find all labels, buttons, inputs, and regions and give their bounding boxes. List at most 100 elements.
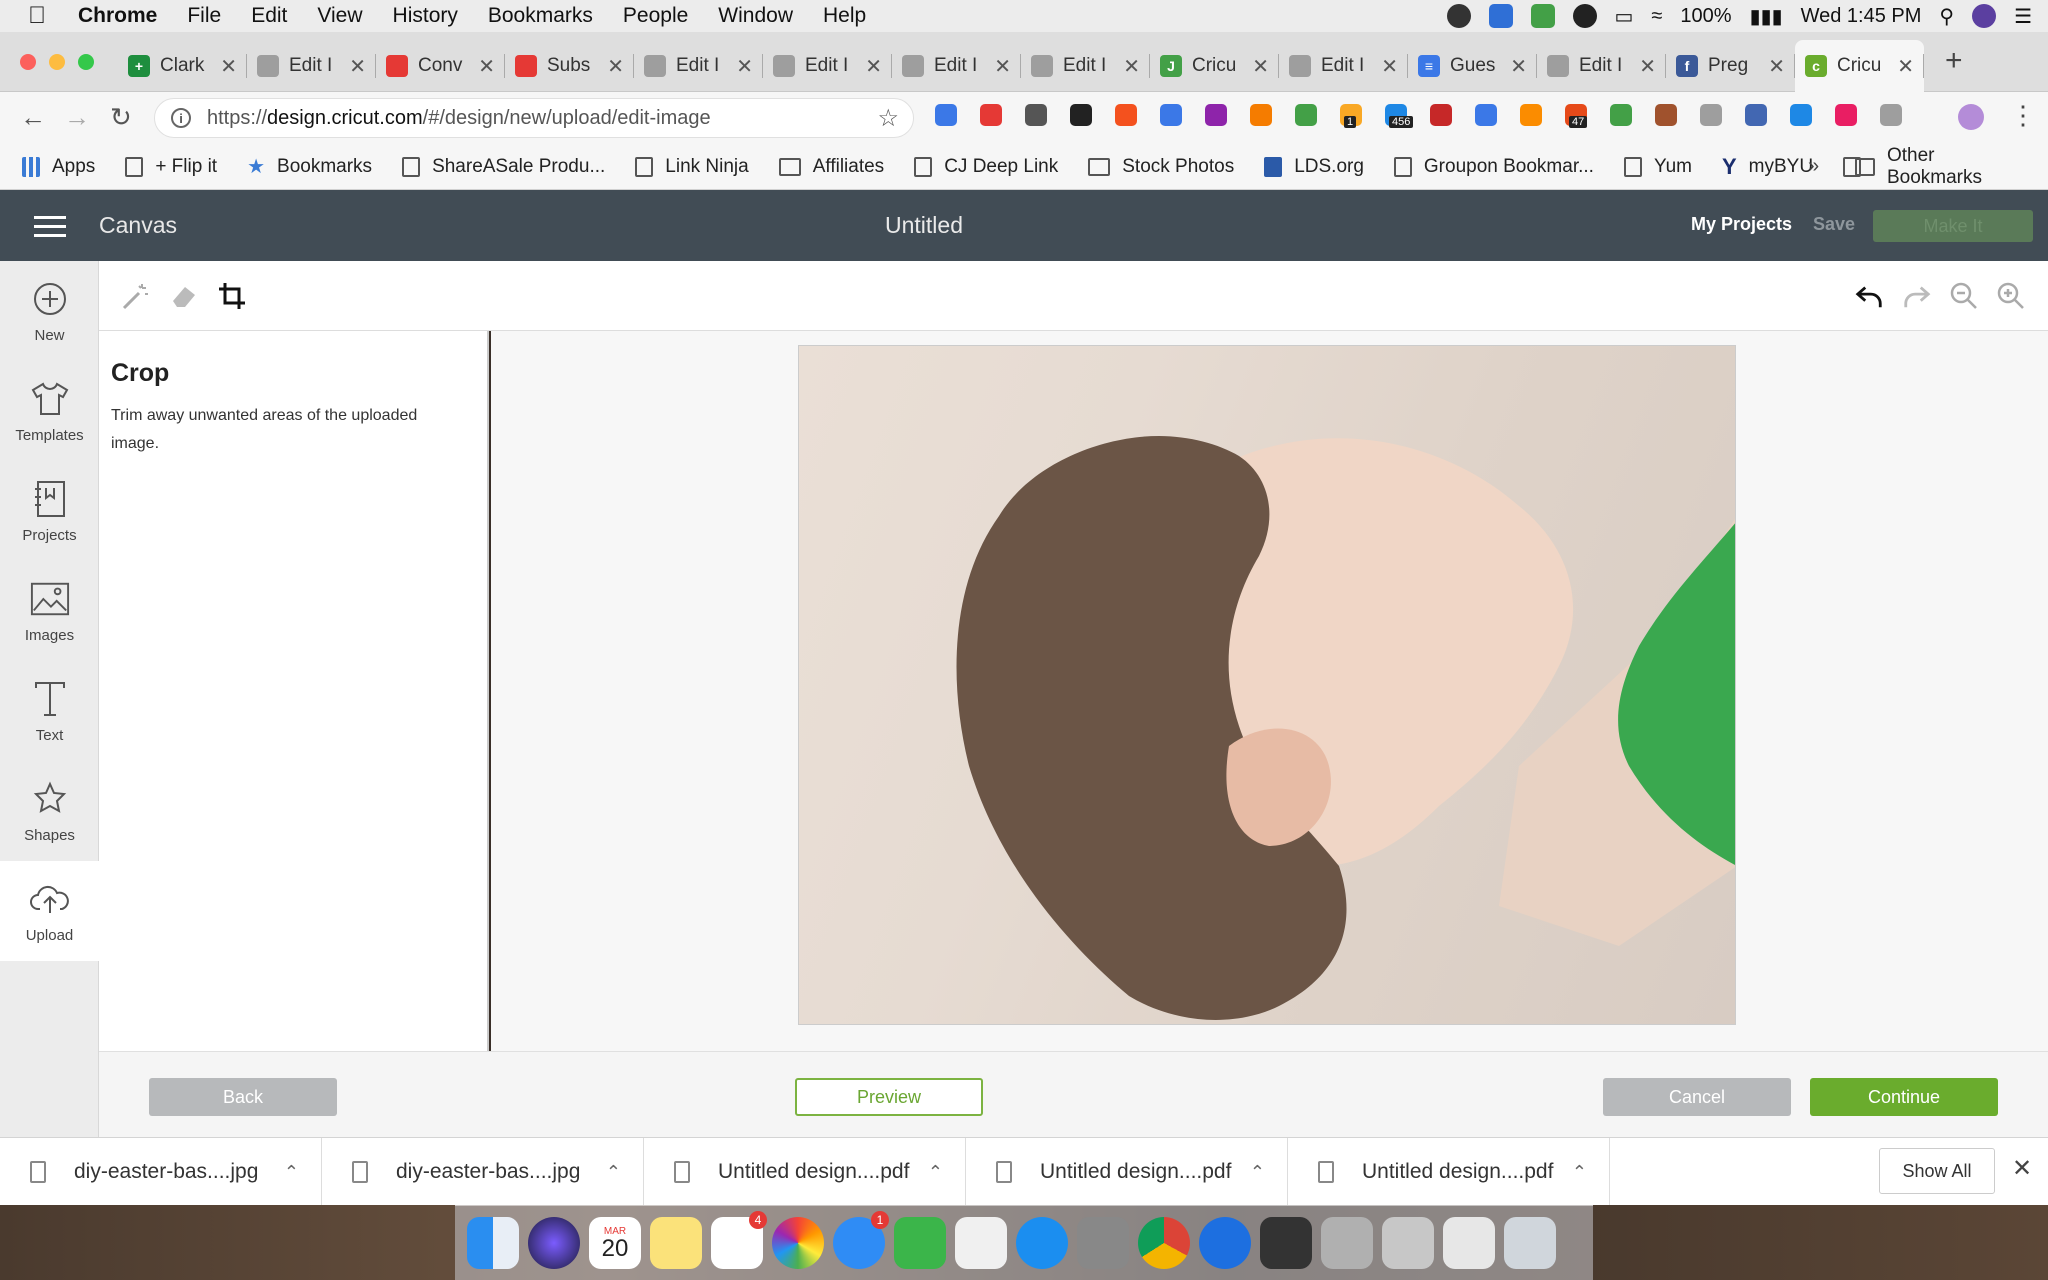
photos-icon[interactable]	[772, 1217, 824, 1269]
extension-icon[interactable]: 47	[1565, 104, 1588, 128]
browser-tab[interactable]: J Cricu ✕	[1150, 40, 1279, 92]
menu-app-name[interactable]: Chrome	[78, 4, 157, 28]
close-tab-icon[interactable]: ✕	[1381, 54, 1398, 79]
close-tab-icon[interactable]: ✕	[994, 54, 1011, 79]
menu-people[interactable]: People	[623, 4, 688, 28]
browser-tab[interactable]: Conv ✕	[376, 40, 505, 92]
extension-icon[interactable]	[1250, 104, 1272, 126]
notes-icon[interactable]	[650, 1217, 702, 1269]
reload-icon[interactable]: ↻	[110, 102, 132, 133]
eraser-icon[interactable]	[169, 281, 199, 311]
airplay-icon[interactable]: ▭	[1615, 4, 1634, 29]
extension-icon[interactable]	[1025, 104, 1047, 126]
close-tab-icon[interactable]: ✕	[349, 54, 366, 79]
extension-icon[interactable]	[1115, 104, 1137, 126]
messages-icon[interactable]: 1	[833, 1211, 889, 1269]
chevron-up-icon[interactable]: ⌃	[1250, 1162, 1265, 1183]
close-tab-icon[interactable]: ✕	[1123, 54, 1140, 79]
tray-cricut-icon[interactable]	[1530, 4, 1555, 28]
extension-icon[interactable]	[1835, 104, 1857, 126]
menu-view[interactable]: View	[317, 4, 362, 28]
menu-bookmarks[interactable]: Bookmarks	[488, 4, 593, 28]
profile-avatar[interactable]	[1958, 104, 1984, 130]
reminders-icon[interactable]: 4	[711, 1211, 767, 1269]
bookmark-item[interactable]: YmyBYU	[1722, 154, 1813, 180]
extension-icon[interactable]	[1520, 104, 1542, 126]
chrome-dock-icon[interactable]	[1138, 1217, 1190, 1269]
extension-icon[interactable]	[1700, 104, 1722, 126]
bookmark-item[interactable]: Stock Photos	[1088, 156, 1234, 178]
forward-arrow-icon[interactable]: →	[64, 102, 90, 133]
bookmarks-overflow-button[interactable]: »	[1808, 155, 1819, 178]
close-tab-icon[interactable]: ✕	[1510, 54, 1527, 79]
menu-file[interactable]: File	[187, 4, 221, 28]
chrome-menu-icon[interactable]: ⋮	[2010, 100, 2036, 131]
download-item[interactable]: Untitled design....pdf ⌃	[966, 1138, 1288, 1206]
tray-creative-cloud-icon[interactable]	[1572, 4, 1597, 28]
back-button[interactable]: Back	[149, 1078, 337, 1116]
close-tab-icon[interactable]: ✕	[1252, 54, 1269, 79]
bookmark-item[interactable]: LDS.org	[1264, 156, 1364, 178]
preview-button[interactable]: Preview	[795, 1078, 983, 1116]
menu-window[interactable]: Window	[718, 4, 793, 28]
extension-icon[interactable]	[980, 104, 1002, 126]
preview-app-icon[interactable]	[1382, 1217, 1434, 1269]
back-arrow-icon[interactable]: ←	[20, 102, 46, 133]
battery-icon[interactable]: ▮▮▮	[1750, 4, 1783, 29]
browser-tab[interactable]: Edit I ✕	[763, 40, 892, 92]
sidebar-item-upload[interactable]: Upload	[0, 861, 99, 961]
bookmark-item[interactable]: Apps	[22, 156, 95, 178]
extension-icon[interactable]: 1	[1340, 104, 1362, 128]
other-bookmarks[interactable]: Other Bookmarks	[1855, 145, 2018, 189]
extension-icon[interactable]	[1430, 104, 1452, 126]
my-projects-link[interactable]: My Projects	[1691, 214, 1792, 235]
apple-menu-icon[interactable]: 	[28, 2, 58, 30]
notification-center-icon[interactable]: ☰	[2014, 4, 2032, 29]
menu-help[interactable]: Help	[823, 4, 866, 28]
download-item[interactable]: diy-easter-bas....jpg ⌃	[322, 1138, 644, 1206]
make-it-button[interactable]: Make It	[1873, 210, 2033, 242]
browser-tab[interactable]: Edit I ✕	[1021, 40, 1150, 92]
siri-icon[interactable]	[1972, 4, 1997, 28]
bookmark-item[interactable]: Yum	[1623, 156, 1692, 178]
extension-icon[interactable]	[1475, 104, 1497, 126]
spotlight-icon[interactable]: ⚲	[1939, 4, 1954, 29]
chevron-up-icon[interactable]: ⌃	[606, 1162, 621, 1183]
wifi-icon[interactable]: ≈	[1651, 5, 1662, 28]
sidebar-item-images[interactable]: Images	[0, 561, 99, 661]
extension-icon[interactable]	[1160, 104, 1182, 126]
undo-icon[interactable]	[1854, 281, 1884, 311]
close-tab-icon[interactable]: ✕	[736, 54, 753, 79]
browser-tab[interactable]: ≡ Gues ✕	[1408, 40, 1537, 92]
browser-tab[interactable]: Edit I ✕	[1279, 40, 1408, 92]
bookmark-item[interactable]: ShareASale Produ...	[402, 156, 605, 178]
download-item[interactable]: diy-easter-bas....jpg ⌃	[0, 1138, 322, 1206]
printer-icon[interactable]	[1260, 1217, 1312, 1269]
magic-wand-icon[interactable]	[121, 281, 151, 311]
close-tab-icon[interactable]: ✕	[1639, 54, 1656, 79]
siri-dock-icon[interactable]	[528, 1217, 580, 1269]
close-tab-icon[interactable]: ✕	[865, 54, 882, 79]
finder-icon[interactable]	[467, 1217, 519, 1269]
browser-tab[interactable]: c Cricu ✕	[1795, 40, 1924, 92]
chevron-up-icon[interactable]: ⌃	[284, 1162, 299, 1183]
bookmark-item[interactable]: Groupon Bookmar...	[1393, 156, 1594, 178]
extension-icon[interactable]	[1655, 104, 1677, 126]
menu-edit[interactable]: Edit	[251, 4, 287, 28]
show-all-downloads-button[interactable]: Show All	[1879, 1148, 1995, 1194]
save-button[interactable]: Save	[1813, 214, 1855, 235]
teamviewer-dock-icon[interactable]	[1199, 1217, 1251, 1269]
zoom-in-icon[interactable]	[1996, 281, 2026, 311]
redo-icon[interactable]	[1902, 281, 1932, 311]
tray-app-icon[interactable]	[1446, 4, 1471, 28]
downloads-stack-icon[interactable]	[1443, 1217, 1495, 1269]
extension-icon[interactable]	[1610, 104, 1632, 126]
chevron-up-icon[interactable]: ⌃	[928, 1162, 943, 1183]
download-item[interactable]: Untitled design....pdf ⌃	[644, 1138, 966, 1206]
sidebar-item-templates[interactable]: Templates	[0, 361, 99, 461]
close-window-icon[interactable]	[20, 54, 36, 70]
tray-teamviewer-icon[interactable]	[1488, 4, 1513, 28]
sidebar-item-new[interactable]: New	[0, 261, 99, 361]
extension-icon[interactable]	[1745, 104, 1767, 126]
new-tab-button[interactable]: +	[1945, 44, 1963, 78]
